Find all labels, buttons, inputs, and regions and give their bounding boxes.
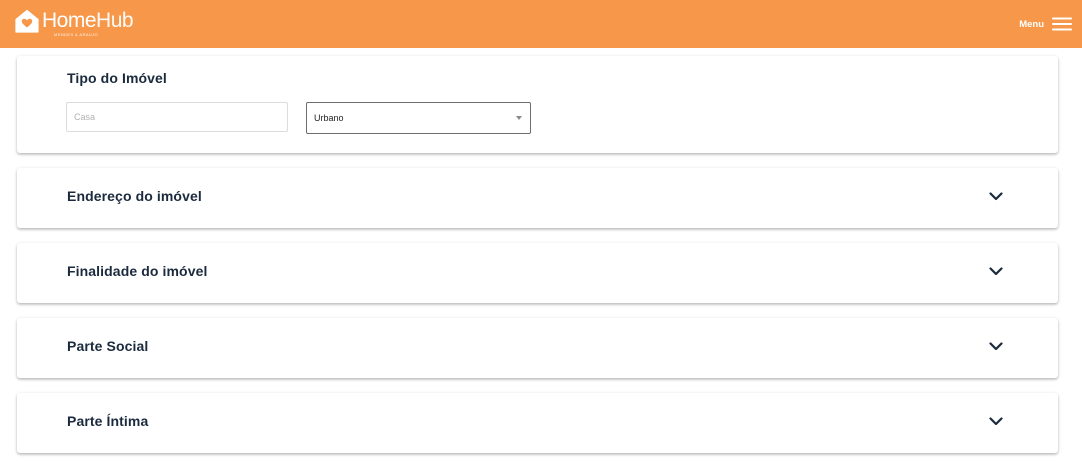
top-bar: HomeHub MENDES & ARAUJO Menu [0,0,1082,48]
logo-name-hub: Hub [96,9,134,32]
accordion-title: Endereço do imóvel [67,188,202,204]
chevron-down-icon[interactable] [989,267,1003,276]
accordion-parte-intima[interactable]: Parte Íntima [17,393,1058,453]
logo-name-home: Home [42,9,97,32]
chevron-down-icon[interactable] [989,192,1003,201]
menu-button[interactable]: Menu [1019,14,1072,34]
logo-tagline: MENDES & ARAUJO [54,32,99,37]
homehub-logo[interactable]: HomeHub MENDES & ARAUJO [15,9,134,41]
zone-select-value: Urbano [314,113,344,123]
zone-select[interactable]: Urbano [306,102,531,134]
logo-name: HomeHub [42,9,134,32]
chevron-down-icon[interactable] [989,417,1003,426]
accordion-finalidade[interactable]: Finalidade do imóvel [17,243,1058,303]
house-heart-icon [15,9,39,33]
accordion-title: Parte Íntima [67,413,149,429]
property-type-input[interactable] [66,102,288,132]
chevron-down-icon[interactable] [989,342,1003,351]
accordion-title: Parte Social [67,338,149,354]
accordion-parte-social[interactable]: Parte Social [17,318,1058,378]
menu-label: Menu [1019,18,1044,30]
tipo-imovel-card: Tipo do Imóvel Urbano [17,56,1058,153]
tipo-imovel-title: Tipo do Imóvel [67,70,167,86]
hamburger-icon [1052,17,1072,31]
accordion-endereco[interactable]: Endereço do imóvel [17,168,1058,228]
caret-down-icon [516,116,522,120]
accordion-title: Finalidade do imóvel [67,263,208,279]
logo-text: HomeHub MENDES & ARAUJO [42,9,134,37]
